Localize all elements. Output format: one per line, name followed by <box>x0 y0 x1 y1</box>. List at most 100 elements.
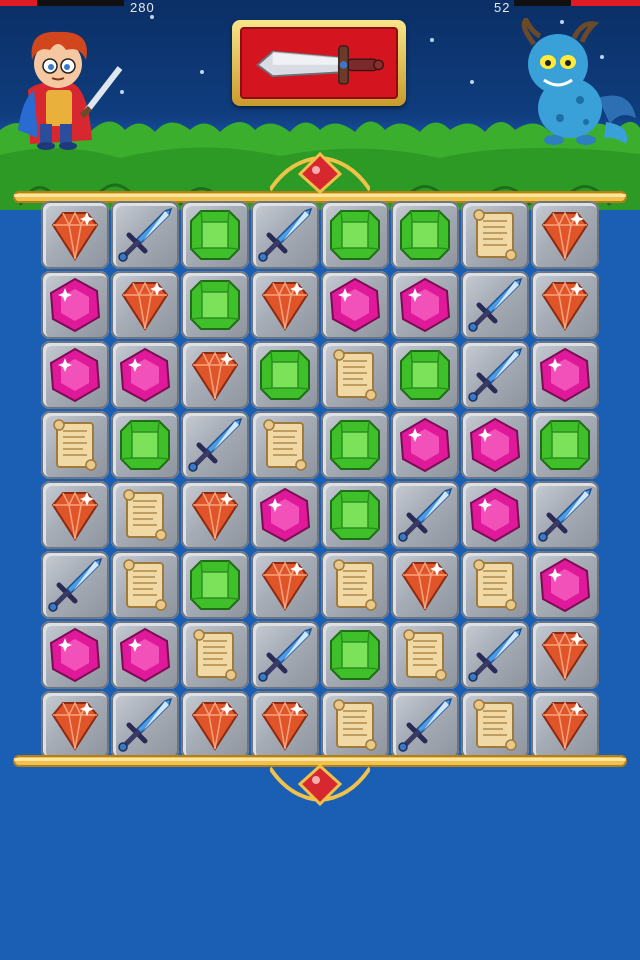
board-tile-scroll[interactable] <box>41 411 109 479</box>
amethyst-icon <box>469 417 521 473</box>
board-tile-sword[interactable] <box>181 411 249 479</box>
scroll-icon <box>333 349 377 401</box>
board-tile-ruby[interactable] <box>41 201 109 269</box>
board-tile-scroll[interactable] <box>251 411 319 479</box>
amethyst-icon <box>399 417 451 473</box>
board-tile-ruby[interactable] <box>111 271 179 339</box>
board-tile-emerald[interactable] <box>391 341 459 409</box>
ruby-icon <box>51 211 99 261</box>
board-tile-sword[interactable] <box>41 551 109 619</box>
active-weapon-slot[interactable] <box>232 20 406 106</box>
scroll-icon <box>473 209 517 261</box>
board-tile-amethyst[interactable] <box>41 271 109 339</box>
board-tile-ruby[interactable] <box>531 691 599 759</box>
board-tile-emerald[interactable] <box>391 201 459 269</box>
board-tile-emerald[interactable] <box>321 481 389 549</box>
emerald-icon <box>330 490 380 540</box>
board-tile-scroll[interactable] <box>111 551 179 619</box>
board-tile-amethyst[interactable] <box>111 621 179 689</box>
board-tile-emerald[interactable] <box>321 621 389 689</box>
sword-icon <box>398 487 453 542</box>
star <box>470 80 474 84</box>
board-tile-sword[interactable] <box>461 621 529 689</box>
board-tile-ruby[interactable] <box>41 691 109 759</box>
amethyst-icon <box>49 347 101 403</box>
board-tile-emerald[interactable] <box>251 341 319 409</box>
hero-character <box>18 31 123 150</box>
enemy-monster <box>521 18 636 145</box>
board-tile-scroll[interactable] <box>461 691 529 759</box>
ruby-icon <box>541 281 589 331</box>
scroll-icon <box>333 559 377 611</box>
board-tile-ruby[interactable] <box>391 551 459 619</box>
ruby-icon <box>401 561 449 611</box>
board-tile-ruby[interactable] <box>251 691 319 759</box>
sword-icon <box>118 697 173 752</box>
board-tile-amethyst[interactable] <box>461 481 529 549</box>
board-tile-scroll[interactable] <box>461 201 529 269</box>
ruby-icon <box>121 281 169 331</box>
board-tile-amethyst[interactable] <box>41 621 109 689</box>
board-tile-scroll[interactable] <box>461 551 529 619</box>
board-tile-emerald[interactable] <box>321 411 389 479</box>
board-tile-amethyst[interactable] <box>321 271 389 339</box>
board-tile-amethyst[interactable] <box>251 481 319 549</box>
board-tile-sword[interactable] <box>391 481 459 549</box>
board-tile-emerald[interactable] <box>181 271 249 339</box>
board-tile-sword[interactable] <box>111 201 179 269</box>
board-tile-ruby[interactable] <box>251 271 319 339</box>
board-tile-scroll[interactable] <box>321 341 389 409</box>
ruby-icon <box>51 491 99 541</box>
board-tile-ruby[interactable] <box>181 341 249 409</box>
sword-icon <box>538 487 593 542</box>
scroll-icon <box>123 489 167 541</box>
enemy-health-bar <box>514 0 640 6</box>
board-tile-amethyst[interactable] <box>531 551 599 619</box>
board-tile-sword[interactable] <box>461 271 529 339</box>
amethyst-icon <box>329 277 381 333</box>
ruby-icon <box>541 631 589 681</box>
board-tile-amethyst[interactable] <box>461 411 529 479</box>
frame-ornament-bottom <box>270 764 370 807</box>
board-tile-scroll[interactable] <box>181 621 249 689</box>
board-tile-scroll[interactable] <box>321 551 389 619</box>
board-tile-ruby[interactable] <box>531 201 599 269</box>
board-tile-scroll[interactable] <box>391 621 459 689</box>
scroll-icon <box>403 629 447 681</box>
board-tile-emerald[interactable] <box>531 411 599 479</box>
board-tile-sword[interactable] <box>251 201 319 269</box>
board-tile-emerald[interactable] <box>111 411 179 479</box>
board-tile-emerald[interactable] <box>321 201 389 269</box>
ruby-icon <box>541 211 589 261</box>
board-tile-scroll[interactable] <box>111 481 179 549</box>
board-tile-ruby[interactable] <box>251 551 319 619</box>
scroll-icon <box>333 699 377 751</box>
amethyst-icon <box>119 347 171 403</box>
board-tile-ruby[interactable] <box>181 481 249 549</box>
board-tile-ruby[interactable] <box>41 481 109 549</box>
board-tile-amethyst[interactable] <box>41 341 109 409</box>
board-tile-sword[interactable] <box>391 691 459 759</box>
ruby-icon <box>261 561 309 611</box>
sword-icon <box>398 697 453 752</box>
board-tile-amethyst[interactable] <box>391 271 459 339</box>
board-tile-amethyst[interactable] <box>391 411 459 479</box>
board-tile-emerald[interactable] <box>181 551 249 619</box>
board-tile-sword[interactable] <box>531 481 599 549</box>
board-tile-ruby[interactable] <box>181 691 249 759</box>
board-tile-amethyst[interactable] <box>531 341 599 409</box>
amethyst-icon <box>259 487 311 543</box>
board-tile-emerald[interactable] <box>181 201 249 269</box>
board-tile-sword[interactable] <box>111 691 179 759</box>
amethyst-icon <box>49 627 101 683</box>
amethyst-icon <box>399 277 451 333</box>
board-tile-amethyst[interactable] <box>111 341 179 409</box>
emerald-icon <box>190 560 240 610</box>
board-tile-sword[interactable] <box>251 621 319 689</box>
board-tile-sword[interactable] <box>461 341 529 409</box>
board-tile-ruby[interactable] <box>531 621 599 689</box>
player-health-fill <box>0 0 38 6</box>
board-tile-ruby[interactable] <box>531 271 599 339</box>
scroll-icon <box>123 559 167 611</box>
board-tile-scroll[interactable] <box>321 691 389 759</box>
